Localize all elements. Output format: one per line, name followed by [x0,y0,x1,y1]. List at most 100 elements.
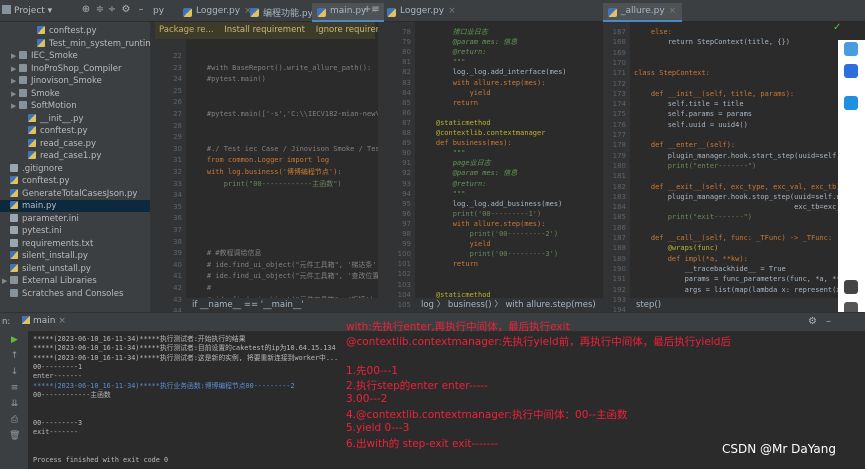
print-icon[interactable]: ⎙ [9,415,20,426]
down-icon[interactable]: ↓ [9,367,20,378]
line-number: 43 [173,295,182,304]
close-icon[interactable]: × [448,6,456,16]
tree-item[interactable]: main.py [0,200,150,212]
tree-item[interactable]: conftest.py [0,25,150,37]
console-line: *****(2023-06-10_16-11-34)*****执行测试者:目前设… [33,344,336,353]
line-number: 172 [612,79,626,88]
tree-item[interactable]: pytest.ini [0,225,150,237]
tree-item[interactable]: read_case1.py [0,150,150,162]
delete-icon[interactable]: 🗑 [9,431,20,442]
folder-icon [19,51,27,59]
editor-logger[interactable]: 78 79 80 81 82 83 84 85 86 87 88 89 90 91 92 93 94 95 96 97… [378,22,603,312]
expand-arrow-icon[interactable]: ▶ [11,88,19,100]
tree-item[interactable]: ▶ IEC_Smoke [0,50,150,62]
wrap-icon[interactable]: ≡ [9,383,20,394]
app-icon[interactable] [844,96,858,110]
expand-arrow-icon[interactable]: ▶ [11,75,19,87]
gear-icon[interactable]: ⚙ [120,4,132,16]
split-marker[interactable]: +≡ [363,4,380,16]
requirements-notification: Package re... Install requirement Ignore… [155,22,416,39]
breadcrumb-item[interactable]: with allure.step(mes) [505,300,595,310]
code-line: args = list(map(lambda x: represent(x), … [684,285,838,294]
expand-icon[interactable]: ÷ [106,4,118,16]
run-tab[interactable]: main × [22,316,66,326]
tree-item[interactable]: read_case.py [0,138,150,150]
breadcrumb[interactable]: step() [630,298,838,312]
watermark: CSDN @Mr DaYang [722,442,836,456]
tree-item[interactable]: conftest.py [0,175,150,187]
editor-allure[interactable]: 167 168 169 170 171 172 173 174 175 176 177 178 179 1… [603,22,838,312]
line-number: 193 [612,295,626,304]
breadcrumb-item[interactable]: log [421,300,434,310]
line-number: 93 [402,179,411,188]
tree-item[interactable]: silent_unstall.py [0,263,150,275]
rerun-icon[interactable]: ▶ [9,335,20,346]
run-tab-label: main [33,316,56,326]
tree-item[interactable]: ▶ Smoke [0,88,150,100]
editor-main[interactable]: 22 23 24 25 26 27 28 29 30 31 32 33 34 35 36 37 38 39 40 41… [150,22,378,312]
python-file-icon [10,263,18,272]
tree-item[interactable]: conftest.py [0,125,150,137]
minimize-icon[interactable]: – [826,316,831,327]
line-number: 85 [402,98,411,107]
folder-icon [19,63,27,72]
tab-py[interactable]: py [145,3,170,22]
code-line: @staticmethod [419,118,491,127]
tab-allure[interactable]: _allure.py × [603,3,683,22]
tree-item[interactable]: ▶ InoProShop_Compiler [0,63,150,75]
tree-item[interactable]: ▶ External Libraries [0,275,150,287]
tree-item[interactable]: ▶ SoftMotion [0,100,150,112]
gear-icon[interactable]: ⚙ [808,316,817,327]
close-icon[interactable]: × [58,316,66,326]
code-line: """ [419,149,466,158]
collapse-icon[interactable]: ≑ [94,4,106,16]
tree-item[interactable]: silent_install.py [0,250,150,262]
tree-item[interactable]: requirements.txt [0,238,150,250]
app-icon[interactable] [844,42,858,56]
console-line: *****(2023-06-10_16-11-34)*****执行测试者:开始执… [33,335,246,343]
project-view-selector[interactable]: Project ▾ [2,5,52,16]
expand-arrow-icon[interactable]: ▶ [2,275,10,287]
line-number: 25 [173,86,182,95]
line-number: 181 [612,172,626,181]
locate-icon[interactable]: ⊕ [80,4,92,16]
tree-item[interactable]: __init__.py [0,113,150,125]
app-icon[interactable] [844,280,858,294]
expand-arrow-icon[interactable]: ▶ [11,63,19,75]
line-number: 167 [612,28,626,36]
tree-item-label: parameter.ini [22,213,79,224]
tree-item-label: silent_unstall.py [22,263,91,274]
app-icon[interactable] [844,64,858,78]
line-number: 27 [173,110,182,118]
tree-item[interactable]: .gitignore [0,163,150,175]
line-number: 34 [173,191,182,200]
console-line: exit------- [33,428,79,436]
tree-item[interactable]: Scratches and Consoles [0,288,150,300]
breadcrumb-item[interactable]: business() [448,300,492,310]
expand-arrow-icon[interactable]: ▶ [11,50,19,62]
install-requirement-link[interactable]: Install requirement [224,25,305,35]
tree-item[interactable]: Test_min_system_runtime.py [0,38,150,50]
breadcrumb[interactable]: log 〉 business() 〉 with allure.step(mes) [415,298,603,312]
scroll-end-icon[interactable]: ⇊ [9,399,20,410]
tree-item[interactable]: parameter.ini [0,213,150,225]
expand-arrow-icon[interactable]: ▶ [11,100,19,112]
close-icon[interactable]: × [669,6,677,16]
code-line: log._log.add_business(mes) [419,199,563,208]
tree-item-label: Jinovison_Smoke [31,76,102,86]
tree-item[interactable]: GenerateTotalCasesJson.py [0,188,150,200]
tab-label: Logger.py [400,6,445,16]
console-line: *****(2023-06-10_16-11-34)*****执行业务函数:博博… [33,381,295,390]
tree-item[interactable]: ▶ Jinovison_Smoke [0,75,150,87]
up-icon[interactable]: ↑ [9,351,20,362]
tab-logger-2[interactable]: Logger.py × [382,3,462,22]
code-line: return StepContext(title, {}) [634,38,790,47]
code-line: __tracebackhide__ = True [634,264,786,273]
breadcrumb[interactable]: if __name__ == '__main__' [186,298,378,312]
code-line: return [419,98,479,107]
folder-icon [19,88,27,97]
code-line: yield [419,88,491,97]
tab-label: _allure.py [621,6,665,16]
tree-item-label: silent_install.py [22,251,88,261]
tab-label: 编程功能.py [263,9,313,19]
